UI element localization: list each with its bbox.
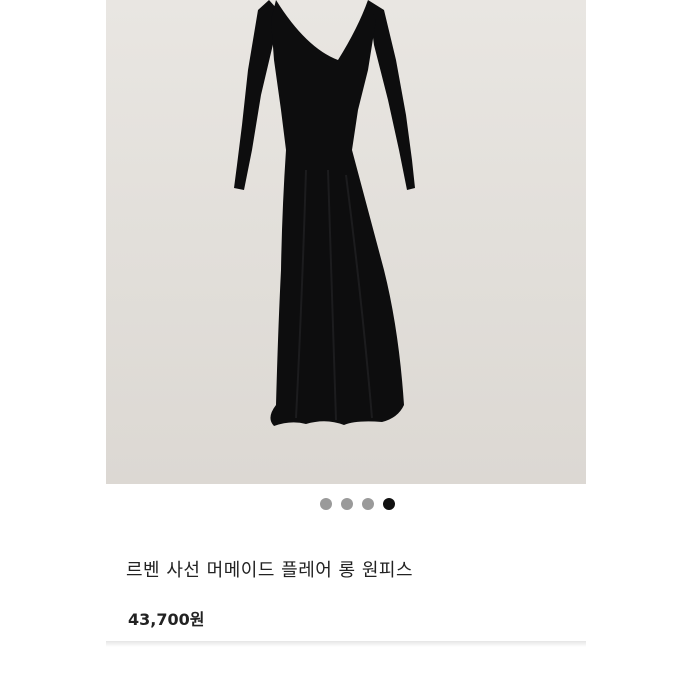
carousel-dot-2[interactable] [340, 498, 353, 510]
product-price: 43,700원 [128, 610, 205, 629]
carousel-dot-4[interactable] [382, 498, 395, 510]
carousel-dot-1[interactable] [319, 498, 332, 510]
dress-image [234, 0, 415, 426]
product-card[interactable]: 르벤 사선 머메이드 플레어 롱 원피스 43,700원 [106, 0, 586, 645]
page: 르벤 사선 머메이드 플레어 롱 원피스 43,700원 [0, 0, 675, 675]
product-photo[interactable] [106, 0, 586, 484]
card-bottom-edge [106, 641, 586, 647]
product-title[interactable]: 르벤 사선 머메이드 플레어 롱 원피스 [126, 556, 413, 582]
carousel-dot-3[interactable] [361, 498, 374, 510]
carousel-indicator [106, 498, 586, 512]
